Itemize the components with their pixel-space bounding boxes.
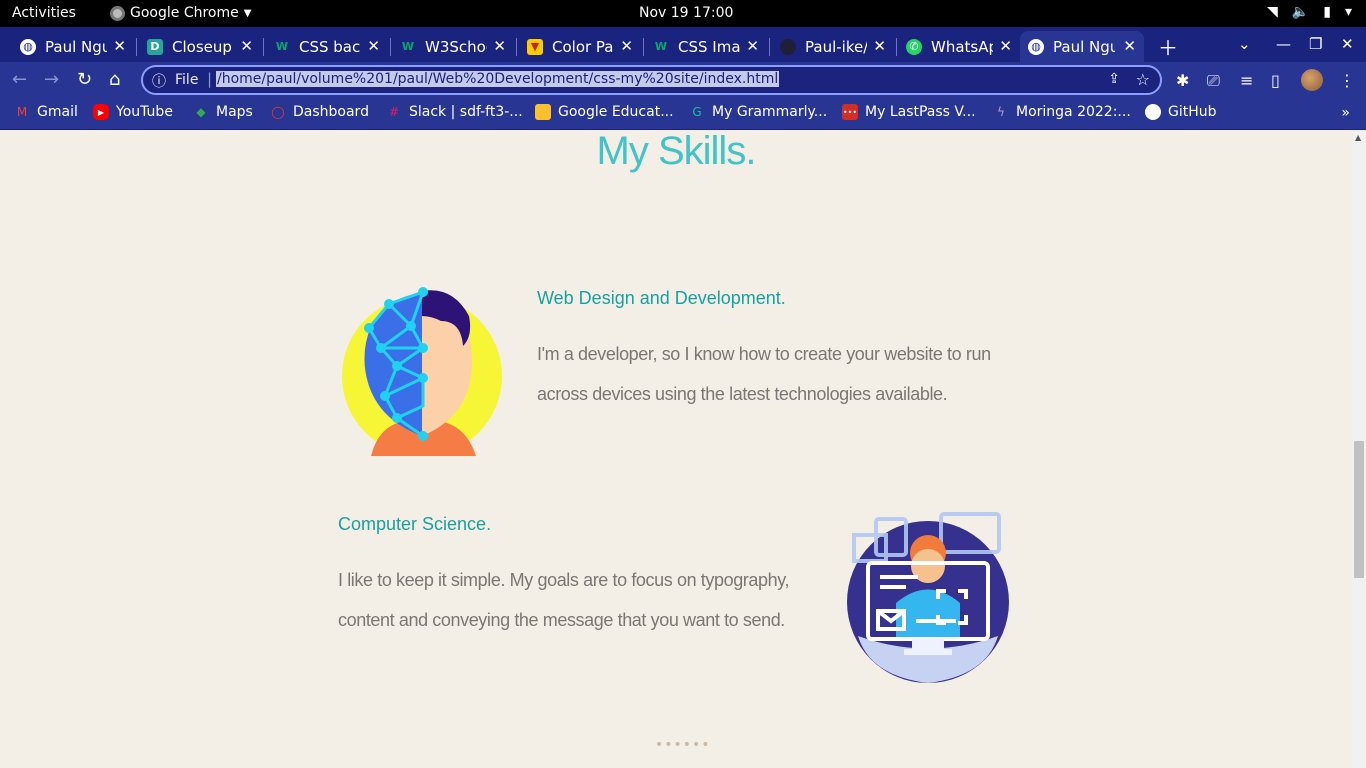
extensions-icon[interactable]: ✱	[1176, 71, 1189, 90]
skill-description-line: I'm a developer, so I know how to create…	[537, 344, 991, 364]
tab[interactable]: W CSS backg ✕	[266, 31, 388, 62]
chrome-icon	[110, 5, 125, 21]
system-top-bar: Activities Google Chrome ▼ Nov 19 17:00 …	[0, 0, 1366, 27]
close-icon[interactable]: ✕	[493, 37, 506, 55]
close-icon[interactable]: ✕	[1123, 37, 1136, 55]
section-title: My Skills.	[596, 131, 757, 173]
tab[interactable]: ✆ WhatsAp ✕	[898, 31, 1020, 62]
closeup-icon: D	[147, 38, 163, 55]
reload-icon[interactable]: ↻	[77, 69, 92, 90]
wifi-icon: ◥	[1267, 4, 1278, 20]
skill-heading: Web Design and Development.	[537, 288, 786, 308]
tab[interactable]: ▼ Color Pal ✕	[519, 31, 641, 62]
tab[interactable]: D Closeup F ✕	[139, 31, 261, 62]
tab[interactable]: Paul-ike/c ✕	[772, 31, 894, 62]
info-icon[interactable]: ⓘ	[152, 71, 166, 91]
dashboard-icon: ◯	[271, 105, 285, 119]
close-icon[interactable]: ✕	[746, 37, 759, 55]
window-close-button[interactable]: ✕	[1341, 35, 1354, 53]
close-icon[interactable]: ✕	[240, 37, 253, 55]
scrollbar-thumb[interactable]	[1354, 441, 1364, 578]
close-icon[interactable]: ✕	[999, 37, 1012, 55]
gmail-icon: M	[16, 105, 28, 119]
bookmark-star-icon[interactable]: ☆	[1136, 70, 1150, 89]
bookmark-slack[interactable]: # Slack | sdf-ft3-...	[386, 104, 523, 120]
github-icon	[1145, 104, 1161, 120]
tab[interactable]: W W3Schoo ✕	[392, 31, 514, 62]
menu-icon[interactable]: ⋮	[1339, 71, 1355, 90]
tab[interactable]: ◍ Paul Ngu ✕	[12, 31, 134, 62]
close-icon[interactable]: ✕	[873, 37, 886, 55]
new-tab-button[interactable]: ＋	[1158, 32, 1178, 61]
close-icon[interactable]: ✕	[620, 37, 633, 55]
chevron-down-icon: ▼	[243, 7, 252, 19]
bookmark-google-educator[interactable]: Google Educat...	[535, 104, 674, 120]
power-menu-icon: ▾	[1344, 4, 1352, 20]
activities-button[interactable]: Activities	[12, 5, 76, 21]
maps-icon: ◆	[196, 105, 206, 119]
app-menu[interactable]: Google Chrome ▼	[110, 5, 251, 21]
grammarly-icon: G	[692, 105, 702, 119]
bookmark-gmail[interactable]: M Gmail	[14, 104, 78, 120]
bookmark-youtube[interactable]: ▶ YouTube	[93, 104, 173, 120]
computer-user-illustration	[847, 512, 1009, 683]
youtube-icon: ▶	[93, 104, 109, 120]
system-tray[interactable]: ◥ 🔈 ▮ ▾	[1267, 4, 1352, 20]
w3schools-icon: W	[401, 40, 415, 53]
color-palette-icon: ▼	[527, 38, 543, 55]
skill-description-line: across devices using the latest technolo…	[537, 384, 948, 404]
url-text[interactable]: /home/paul/volume%201/paul/Web%20Develop…	[216, 71, 780, 87]
google-education-icon	[535, 104, 551, 120]
skill-heading: Computer Science.	[338, 514, 492, 534]
bookmarks-overflow-icon[interactable]: »	[1341, 105, 1350, 121]
bookmark-lastpass[interactable]: ••• My LastPass V...	[842, 104, 976, 120]
volume-icon: 🔈	[1291, 4, 1310, 20]
app-name: Google Chrome	[130, 5, 239, 21]
home-icon[interactable]: ⌂	[109, 69, 120, 90]
page-content: My Skills. Web Design and Development. I…	[0, 131, 1352, 768]
file-scheme-label: File	[175, 72, 199, 88]
back-icon[interactable]: ←	[12, 69, 27, 90]
globe-icon: ◍	[20, 38, 36, 55]
profile-avatar[interactable]	[1301, 69, 1323, 91]
bookmarks-bar: M Gmail ▶ YouTube ◆ Maps ◯ Dashboard # S…	[0, 98, 1366, 130]
moringa-icon: ϟ	[997, 105, 1005, 119]
skill-description-line: content and conveying the message that y…	[338, 610, 785, 630]
share-icon[interactable]: ⇪	[1108, 71, 1120, 87]
w3schools-icon: W	[654, 40, 668, 53]
bookmark-grammarly[interactable]: G My Grammarly...	[689, 104, 827, 120]
globe-icon: ◍	[1028, 38, 1044, 55]
browser-toolbar: ← → ↻ ⌂ ⓘ File | /home/paul/volume%201/p…	[0, 62, 1366, 98]
restore-button[interactable]: ❐	[1309, 35, 1322, 53]
github-icon	[780, 38, 796, 55]
whatsapp-icon: ✆	[906, 38, 922, 55]
clock[interactable]: Nov 19 17:00	[639, 5, 733, 21]
section-divider: ••••••	[655, 737, 711, 753]
tab-search-icon[interactable]: ⌄	[1238, 35, 1251, 53]
lastpass-icon: •••	[842, 104, 858, 120]
media-control-icon[interactable]: ≡	[1240, 71, 1253, 90]
side-panel-icon[interactable]: ▯	[1271, 71, 1280, 90]
bookmark-maps[interactable]: ◆ Maps	[193, 104, 252, 120]
bookmark-dashboard[interactable]: ◯ Dashboard	[270, 104, 369, 120]
cast-icon[interactable]: ⎚	[1207, 71, 1220, 91]
battery-icon: ▮	[1323, 4, 1331, 20]
bookmark-moringa[interactable]: ϟ Moringa 2022:...	[993, 104, 1131, 120]
skill-description-line: I like to keep it simple. My goals are t…	[338, 570, 790, 590]
w3schools-icon: W	[275, 40, 289, 53]
address-bar[interactable]: ⓘ File | /home/paul/volume%201/paul/Web%…	[141, 65, 1162, 95]
close-icon[interactable]: ✕	[113, 37, 126, 55]
close-icon[interactable]: ✕	[367, 37, 380, 55]
minimize-button[interactable]: —	[1276, 35, 1291, 53]
scroll-up-arrow-icon[interactable]: ▲	[1355, 133, 1361, 142]
tab-active[interactable]: ◍ Paul Ngu ✕	[1020, 31, 1144, 62]
bookmark-github[interactable]: GitHub	[1145, 104, 1217, 120]
tab[interactable]: W CSS Imag ✕	[645, 31, 767, 62]
forward-icon[interactable]: →	[44, 69, 59, 90]
face-scan-illustration	[342, 287, 502, 456]
slack-icon: #	[388, 105, 400, 119]
